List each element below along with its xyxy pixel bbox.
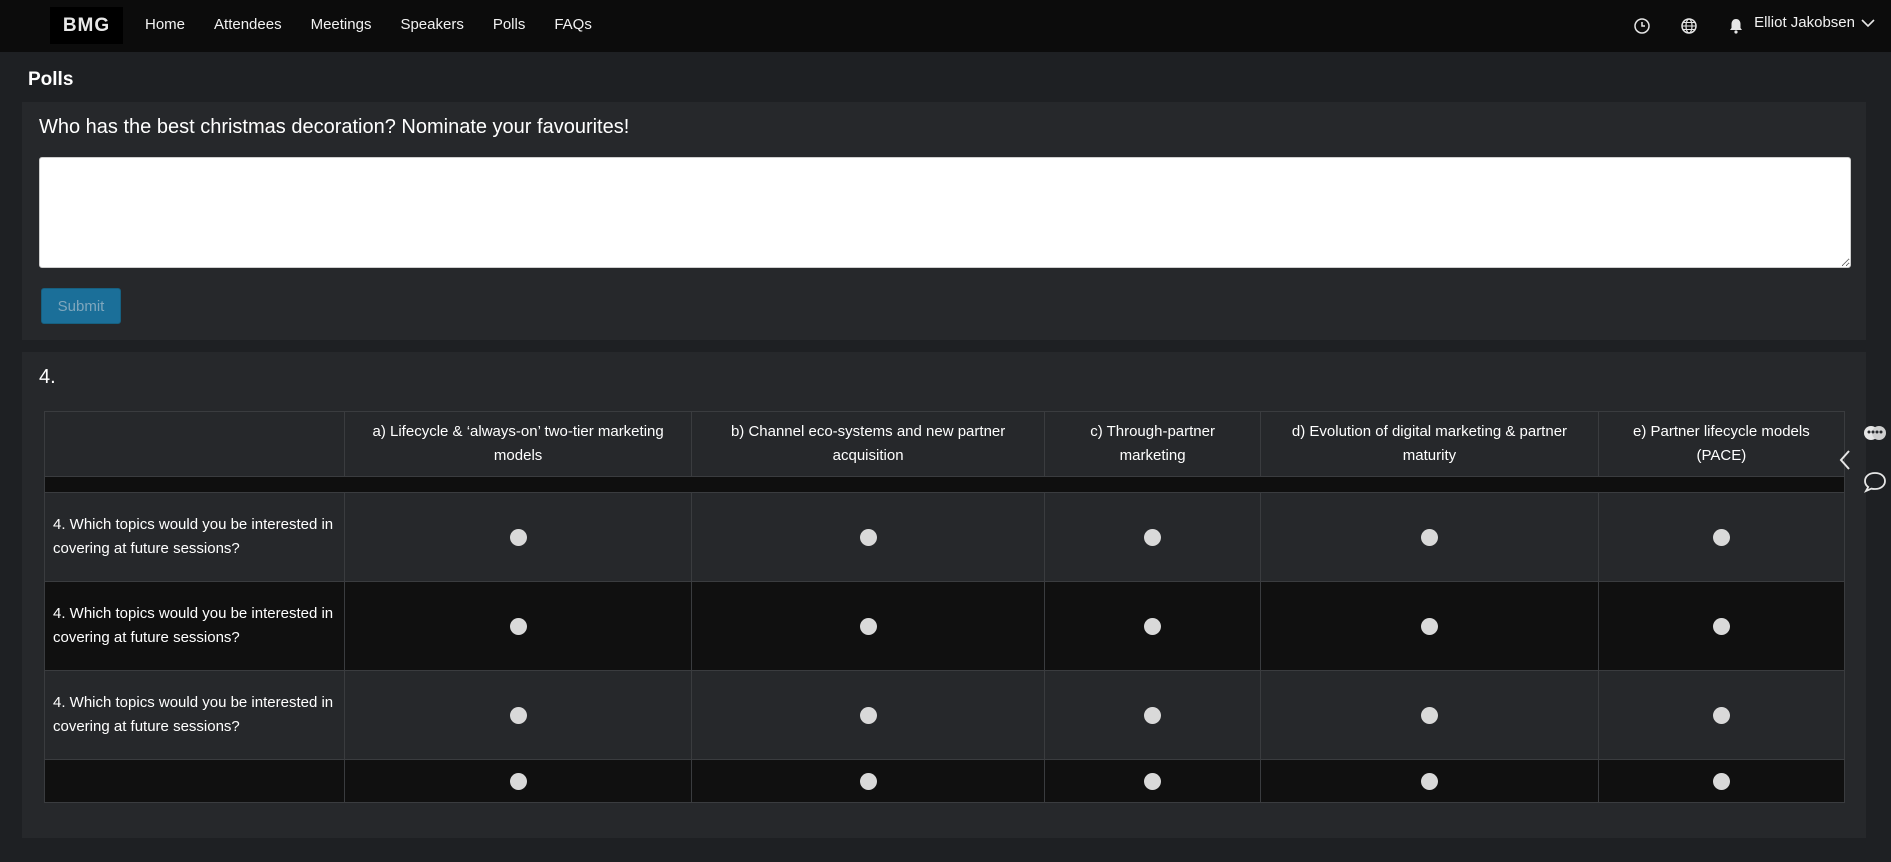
- poll-question: Who has the best christmas decoration? N…: [39, 116, 630, 138]
- nav-speakers[interactable]: Speakers: [400, 16, 463, 33]
- matrix-cell: [1597, 759, 1846, 803]
- poll-answer-textarea[interactable]: [39, 157, 1851, 268]
- radio-option[interactable]: [509, 617, 527, 635]
- chat-icon[interactable]: [1862, 470, 1888, 499]
- bell-icon[interactable]: [1727, 17, 1745, 35]
- row-label: [44, 759, 345, 803]
- matrix-cell: [343, 670, 693, 760]
- matrix-cell: [1043, 492, 1262, 582]
- column-header: e) Partner lifecycle models (PACE): [1597, 411, 1846, 477]
- column-header: d) Evolution of digital marketing & part…: [1260, 411, 1599, 477]
- matrix-cell: [343, 492, 693, 582]
- radio-option[interactable]: [1420, 706, 1438, 724]
- radio-option[interactable]: [509, 706, 527, 724]
- clock-icon[interactable]: [1633, 17, 1651, 35]
- matrix-cell: [1260, 581, 1599, 671]
- poll-card-matrix: 4. a) Lifecycle & ‘always-on’ two-tier m…: [22, 352, 1866, 838]
- matrix-cell: [1260, 670, 1599, 760]
- nav-home[interactable]: Home: [145, 16, 185, 33]
- matrix-cell: [691, 581, 1045, 671]
- matrix-cell: [1260, 492, 1599, 582]
- user-name: Elliot Jakobsen: [1754, 14, 1855, 31]
- page-title: Polls: [28, 69, 74, 90]
- matrix-row: 4. Which topics would you be interested …: [44, 492, 1846, 582]
- radio-option[interactable]: [509, 772, 527, 790]
- matrix-row: [44, 759, 1846, 803]
- nav-meetings[interactable]: Meetings: [311, 16, 372, 33]
- matrix-cell: [1597, 670, 1846, 760]
- attendees-icon[interactable]: [1862, 423, 1888, 452]
- radio-option[interactable]: [859, 706, 877, 724]
- radio-option[interactable]: [1712, 617, 1730, 635]
- radio-option[interactable]: [1144, 617, 1162, 635]
- poll-card-text: Who has the best christmas decoration? N…: [22, 102, 1866, 340]
- row-label: 4. Which topics would you be interested …: [44, 670, 345, 760]
- main-nav: Home Attendees Meetings Speakers Polls F…: [145, 16, 621, 33]
- radio-option[interactable]: [859, 617, 877, 635]
- row-label: 4. Which topics would you be interested …: [44, 581, 345, 671]
- column-header: b) Channel eco-systems and new partner a…: [691, 411, 1045, 477]
- bmg-logo[interactable]: BMG: [50, 7, 123, 44]
- matrix-cell: [1597, 492, 1846, 582]
- matrix-cell: [343, 759, 693, 803]
- matrix-cell: [1597, 581, 1846, 671]
- radio-option[interactable]: [1420, 617, 1438, 635]
- spacer-cell: [44, 476, 1845, 493]
- radio-option[interactable]: [1420, 772, 1438, 790]
- matrix-cell: [1043, 759, 1262, 803]
- nav-faqs[interactable]: FAQs: [554, 16, 592, 33]
- nav-attendees[interactable]: Attendees: [214, 16, 282, 33]
- poll-number: 4.: [39, 366, 56, 388]
- matrix-cell: [691, 759, 1045, 803]
- column-header: a) Lifecycle & ‘always-on’ two-tier mark…: [343, 411, 693, 477]
- column-header: c) Through-partner marketing: [1043, 411, 1262, 477]
- radio-option[interactable]: [1712, 706, 1730, 724]
- user-menu[interactable]: Elliot Jakobsen: [1754, 14, 1875, 31]
- row-label: 4. Which topics would you be interested …: [44, 492, 345, 582]
- matrix-row: 4. Which topics would you be interested …: [44, 581, 1846, 671]
- radio-option[interactable]: [859, 772, 877, 790]
- globe-icon[interactable]: [1680, 17, 1698, 35]
- top-navbar: BMG Home Attendees Meetings Speakers Pol…: [0, 0, 1891, 52]
- poll-matrix-table: a) Lifecycle & ‘always-on’ two-tier mark…: [44, 411, 1846, 803]
- matrix-header-row: a) Lifecycle & ‘always-on’ two-tier mark…: [44, 411, 1846, 477]
- radio-option[interactable]: [1144, 528, 1162, 546]
- collapse-chevron-icon[interactable]: [1838, 448, 1852, 477]
- radio-option[interactable]: [1144, 706, 1162, 724]
- submit-button[interactable]: Submit: [41, 288, 121, 324]
- matrix-cell: [1043, 581, 1262, 671]
- matrix-corner-cell: [44, 411, 345, 477]
- radio-option[interactable]: [1420, 528, 1438, 546]
- matrix-spacer-row: [44, 476, 1845, 493]
- radio-option[interactable]: [1144, 772, 1162, 790]
- radio-option[interactable]: [509, 528, 527, 546]
- matrix-cell: [343, 581, 693, 671]
- nav-polls[interactable]: Polls: [493, 16, 526, 33]
- matrix-row: 4. Which topics would you be interested …: [44, 670, 1846, 760]
- matrix-cell: [1043, 670, 1262, 760]
- radio-option[interactable]: [859, 528, 877, 546]
- radio-option[interactable]: [1712, 772, 1730, 790]
- matrix-cell: [691, 492, 1045, 582]
- matrix-cell: [1260, 759, 1599, 803]
- matrix-cell: [691, 670, 1045, 760]
- chevron-down-icon: [1861, 18, 1875, 27]
- radio-option[interactable]: [1712, 528, 1730, 546]
